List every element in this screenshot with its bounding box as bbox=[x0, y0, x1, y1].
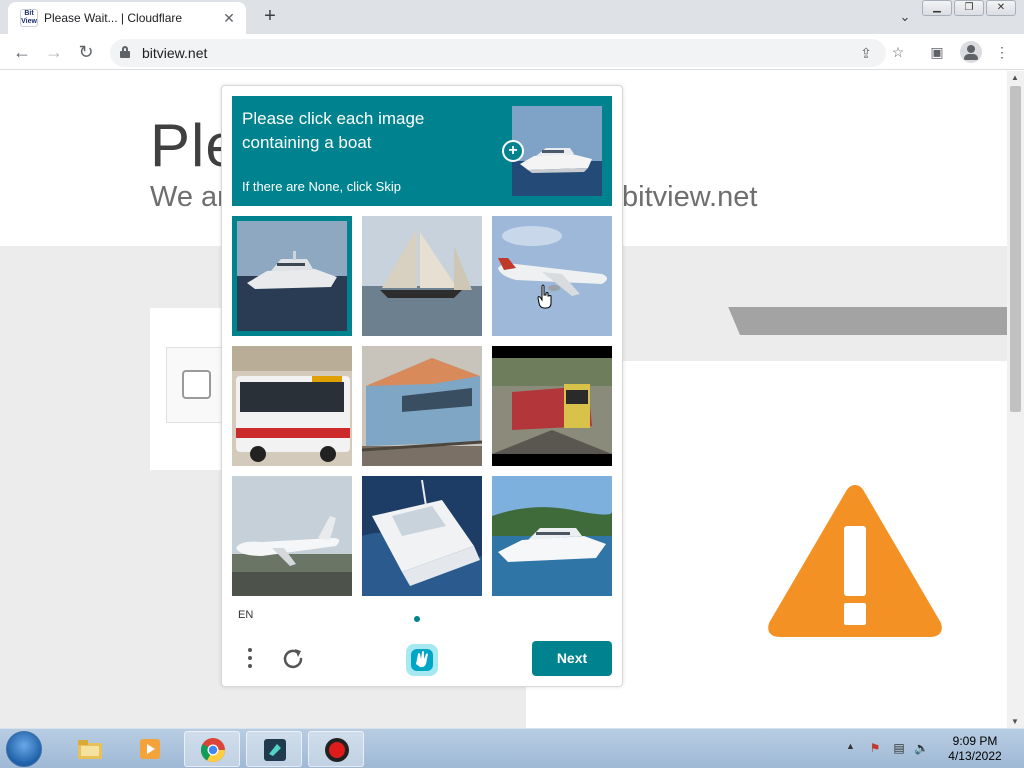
restore-button[interactable]: ❐ bbox=[954, 0, 984, 16]
chrome-icon bbox=[200, 738, 225, 763]
tile-image-sailboat bbox=[362, 216, 482, 336]
captcha-tile-8[interactable] bbox=[362, 476, 482, 596]
taskbar-clock[interactable]: 9:09 PM 4/13/2022 bbox=[940, 734, 1010, 764]
page-subheading-domain: bitview.net bbox=[622, 181, 758, 213]
captcha-menu-icon[interactable] bbox=[240, 646, 260, 674]
window-controls: ▁ ❐ ✕ bbox=[922, 0, 1016, 16]
taskbar-media-player[interactable] bbox=[122, 731, 178, 767]
captcha-tile-4[interactable] bbox=[232, 346, 352, 466]
tab-close-icon[interactable]: ✕ bbox=[220, 9, 238, 27]
tile-image-bus bbox=[232, 346, 352, 466]
clock-time: 9:09 PM bbox=[952, 734, 998, 748]
taskbar-explorer[interactable] bbox=[62, 731, 118, 767]
captcha-tile-3[interactable] bbox=[492, 216, 612, 336]
captcha-tile-5[interactable] bbox=[362, 346, 482, 466]
captcha-tile-9[interactable] bbox=[492, 476, 612, 596]
side-panel-icon[interactable]: ▣ bbox=[927, 42, 947, 62]
url-text[interactable]: bitview.net bbox=[142, 45, 207, 61]
back-arrow-icon[interactable]: ← bbox=[10, 40, 34, 64]
network-icon[interactable]: ▤ bbox=[892, 741, 906, 755]
new-tab-button[interactable]: + bbox=[258, 5, 282, 29]
record-icon bbox=[325, 738, 349, 762]
example-zoom-plus-icon[interactable]: + bbox=[502, 140, 524, 162]
favicon-text-bottom: View bbox=[21, 18, 37, 25]
tile-image-speedboat bbox=[362, 476, 482, 596]
next-button[interactable]: Next bbox=[532, 641, 612, 676]
refresh-challenge-icon[interactable] bbox=[280, 646, 306, 672]
verification-checkbox[interactable] bbox=[182, 370, 211, 399]
system-tray: ▲ ⚑ ▤ 🔈 9:09 PM 4/13/2022 bbox=[840, 729, 1024, 769]
bitview-favicon-icon: Bit View bbox=[20, 9, 38, 27]
scrollbar-thumb[interactable] bbox=[1010, 86, 1021, 412]
scroll-down-arrow-icon[interactable]: ▼ bbox=[1011, 717, 1019, 726]
banner-notch bbox=[622, 307, 740, 335]
warning-triangle-icon bbox=[768, 485, 942, 637]
profile-avatar-icon[interactable] bbox=[960, 41, 982, 63]
address-bar[interactable]: bitview.net ⇪ bbox=[110, 39, 886, 67]
reload-icon[interactable]: ↻ bbox=[74, 40, 98, 64]
captcha-tile-2[interactable] bbox=[362, 216, 482, 336]
language-selector[interactable]: EN bbox=[238, 609, 253, 621]
show-hidden-icons-arrow-icon[interactable]: ▲ bbox=[846, 741, 855, 751]
tab-title: Please Wait... | Cloudflare bbox=[44, 11, 183, 25]
tile-image-train bbox=[362, 346, 482, 466]
captcha-tile-6[interactable] bbox=[492, 346, 612, 466]
tab-search-chevron-icon[interactable]: ⌄ bbox=[895, 7, 915, 27]
volume-icon[interactable]: 🔈 bbox=[914, 741, 929, 755]
file-explorer-icon bbox=[78, 740, 102, 759]
taskbar-recorder[interactable] bbox=[308, 731, 364, 767]
tab-strip: Bit View Please Wait... | Cloudflare ✕ +… bbox=[0, 0, 1024, 34]
forward-arrow-icon[interactable]: → bbox=[42, 40, 66, 64]
minimize-button[interactable]: ▁ bbox=[922, 0, 952, 16]
page-subheading: We ar bbox=[150, 181, 227, 213]
kebab-menu-icon[interactable]: ⋮ bbox=[992, 42, 1012, 62]
close-window-button[interactable]: ✕ bbox=[986, 0, 1016, 16]
tile-image-yacht bbox=[237, 221, 347, 331]
challenge-page-indicator bbox=[414, 616, 420, 622]
tile-image-yacht-shore bbox=[492, 476, 612, 596]
captcha-challenge-dialog: Please click each image containing a boa… bbox=[221, 85, 623, 687]
clock-date: 4/13/2022 bbox=[948, 749, 1002, 763]
captcha-tile-1[interactable] bbox=[232, 216, 352, 336]
tile-image-airplane-landing bbox=[232, 476, 352, 596]
captcha-prompt-header: Please click each image containing a boa… bbox=[232, 96, 612, 206]
bookmark-star-icon[interactable]: ☆ bbox=[888, 42, 908, 62]
captcha-prompt-hint: If there are None, click Skip bbox=[242, 179, 401, 194]
tile-image-airplane bbox=[492, 216, 612, 336]
taskbar-chrome[interactable] bbox=[184, 731, 240, 767]
hand-pointer-cursor-icon bbox=[537, 284, 552, 309]
share-icon[interactable]: ⇪ bbox=[856, 43, 876, 63]
tile-image-station-train bbox=[492, 346, 612, 466]
example-boat-image bbox=[512, 106, 602, 196]
editor-app-icon bbox=[264, 739, 286, 761]
favicon-text-top: Bit bbox=[24, 10, 34, 17]
lock-icon[interactable] bbox=[120, 46, 130, 58]
taskbar-app-editor[interactable] bbox=[246, 731, 302, 767]
page-scrollbar[interactable]: ▲ ▼ bbox=[1007, 71, 1024, 728]
media-player-icon bbox=[140, 739, 160, 759]
captcha-tile-7[interactable] bbox=[232, 476, 352, 596]
action-center-flag-icon[interactable]: ⚑ bbox=[868, 741, 882, 755]
start-button-windows-icon[interactable] bbox=[6, 731, 42, 767]
windows-taskbar: ▲ ⚑ ▤ 🔈 9:09 PM 4/13/2022 bbox=[0, 728, 1024, 768]
scroll-up-arrow-icon[interactable]: ▲ bbox=[1011, 73, 1019, 82]
browser-toolbar: ← → ↻ bitview.net ⇪ ☆ ▣ ⋮ bbox=[0, 34, 1024, 70]
hcaptcha-logo-icon[interactable] bbox=[404, 642, 440, 678]
browser-tab[interactable]: Bit View Please Wait... | Cloudflare ✕ bbox=[8, 2, 246, 34]
captcha-prompt-text: Please click each image containing a boa… bbox=[242, 109, 425, 152]
